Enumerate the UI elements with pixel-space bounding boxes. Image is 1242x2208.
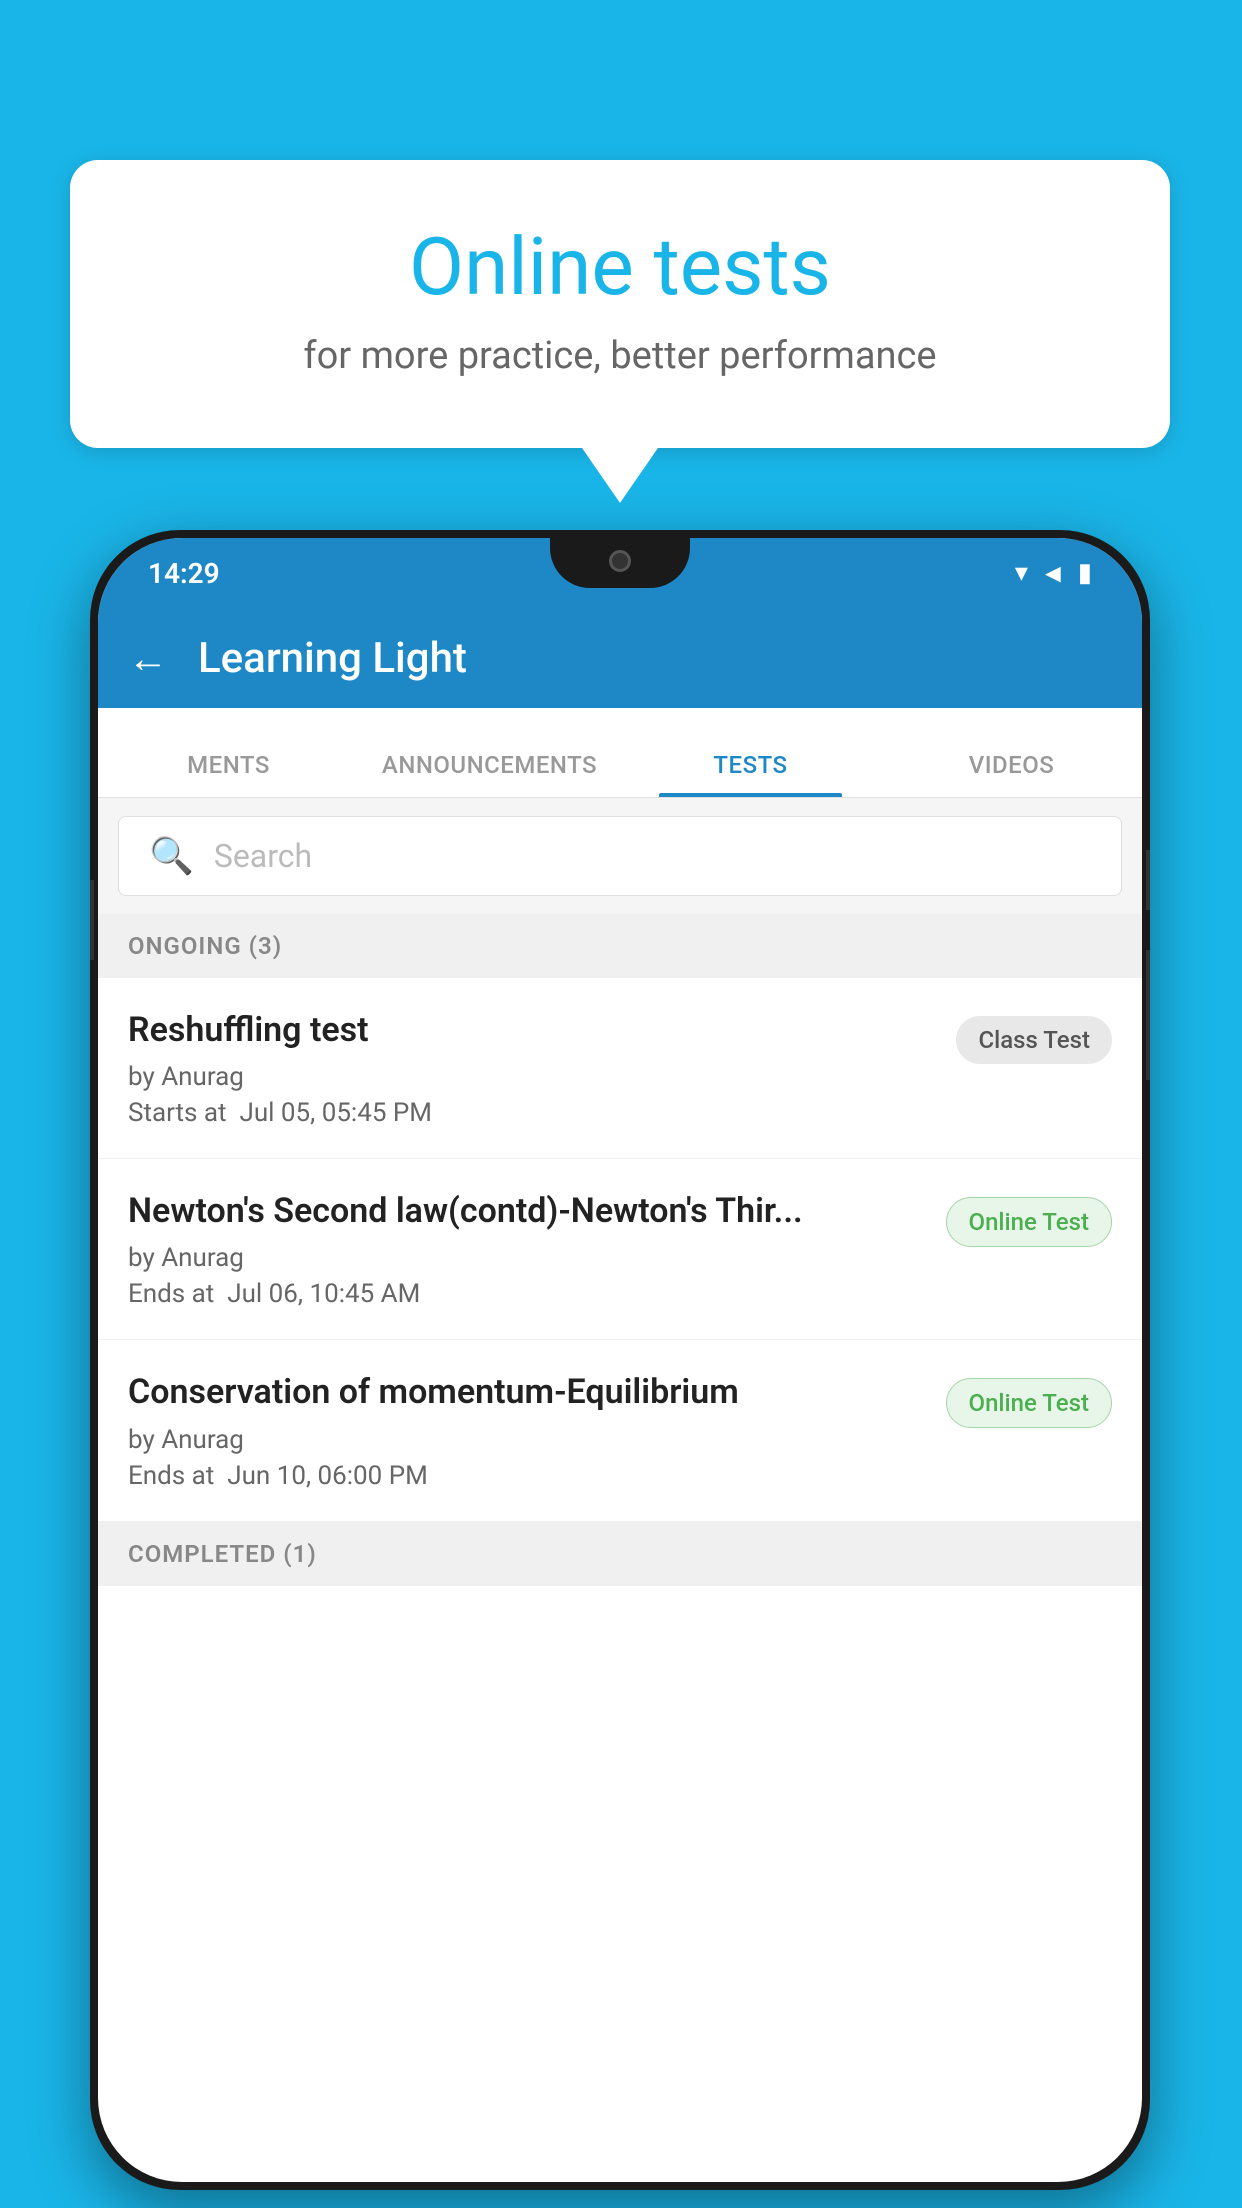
test-name: Conservation of momentum-Equilibrium	[128, 1370, 926, 1414]
test-item[interactable]: Conservation of momentum-Equilibrium by …	[98, 1340, 1142, 1521]
app-header: ← Learning Light	[98, 608, 1142, 708]
tab-announcements[interactable]: ANNOUNCEMENTS	[359, 751, 620, 797]
test-item[interactable]: Reshuffling test by Anurag Starts at Jul…	[98, 978, 1142, 1159]
test-badge-online: Online Test	[946, 1378, 1112, 1428]
status-icons: ▾ ◄ ▮	[1015, 558, 1092, 589]
search-box[interactable]: 🔍 Search	[118, 816, 1122, 896]
search-container: 🔍 Search	[98, 798, 1142, 914]
test-by: by Anurag	[128, 1243, 926, 1273]
test-name: Reshuffling test	[128, 1008, 936, 1052]
search-icon: 🔍	[149, 835, 194, 877]
volume-button	[90, 880, 94, 960]
test-date: Ends at Jun 10, 06:00 PM	[128, 1461, 926, 1491]
phone-frame: 14:29 ▾ ◄ ▮ ← Learning Light MENTS ANNOU…	[90, 530, 1150, 2190]
test-info: Reshuffling test by Anurag Starts at Jul…	[128, 1008, 956, 1128]
test-date: Ends at Jul 06, 10:45 AM	[128, 1279, 926, 1309]
volume-down-button	[1146, 950, 1150, 1080]
status-bar: 14:29 ▾ ◄ ▮	[98, 538, 1142, 608]
test-info: Conservation of momentum-Equilibrium by …	[128, 1370, 946, 1490]
tab-ments[interactable]: MENTS	[98, 751, 359, 797]
test-list: Reshuffling test by Anurag Starts at Jul…	[98, 978, 1142, 1522]
completed-section-header: COMPLETED (1)	[98, 1522, 1142, 1586]
test-date: Starts at Jul 05, 05:45 PM	[128, 1098, 936, 1128]
test-item[interactable]: Newton's Second law(contd)-Newton's Thir…	[98, 1159, 1142, 1340]
speech-bubble: Online tests for more practice, better p…	[70, 160, 1170, 448]
test-info: Newton's Second law(contd)-Newton's Thir…	[128, 1189, 946, 1309]
power-button	[1146, 850, 1150, 910]
app-title: Learning Light	[198, 634, 467, 683]
signal-icon: ◄	[1040, 558, 1066, 589]
bubble-title: Online tests	[150, 220, 1090, 314]
bubble-subtitle: for more practice, better performance	[150, 334, 1090, 378]
test-name: Newton's Second law(contd)-Newton's Thir…	[128, 1189, 926, 1233]
wifi-icon: ▾	[1015, 558, 1028, 588]
test-badge-class: Class Test	[956, 1016, 1112, 1064]
test-by: by Anurag	[128, 1425, 926, 1455]
search-placeholder: Search	[214, 837, 312, 875]
camera	[609, 550, 631, 572]
notch	[550, 538, 690, 588]
test-badge-online: Online Test	[946, 1197, 1112, 1247]
ongoing-label: ONGOING (3)	[128, 932, 282, 960]
back-button[interactable]: ←	[128, 635, 168, 682]
tab-videos[interactable]: VIDEOS	[881, 751, 1142, 797]
status-time: 14:29	[148, 557, 220, 590]
phone-content: MENTS ANNOUNCEMENTS TESTS VIDEOS 🔍 Searc…	[98, 708, 1142, 2182]
completed-label: COMPLETED (1)	[128, 1540, 317, 1568]
phone-screen: 14:29 ▾ ◄ ▮ ← Learning Light MENTS ANNOU…	[98, 538, 1142, 2182]
test-by: by Anurag	[128, 1062, 936, 1092]
ongoing-section-header: ONGOING (3)	[98, 914, 1142, 978]
tab-tests[interactable]: TESTS	[620, 751, 881, 797]
battery-icon: ▮	[1078, 558, 1092, 588]
tabs-bar: MENTS ANNOUNCEMENTS TESTS VIDEOS	[98, 708, 1142, 798]
